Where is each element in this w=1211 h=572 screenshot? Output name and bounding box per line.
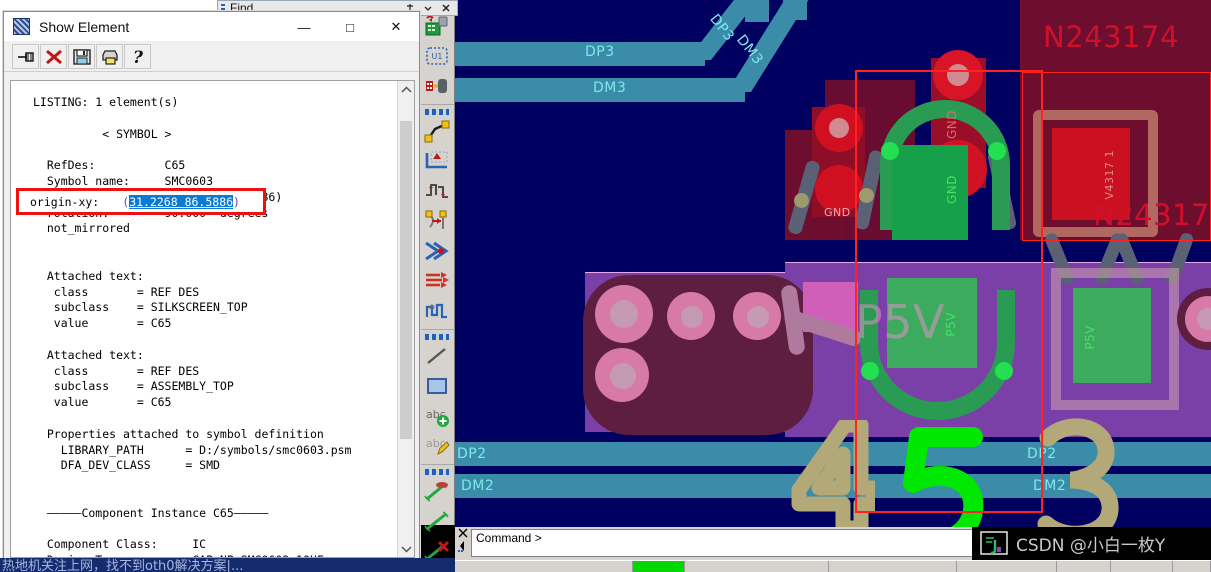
edit-text-icon[interactable]: abc [421, 431, 453, 461]
trace-dp3[interactable] [455, 42, 705, 66]
pad-label-p5v-2: P5V [1083, 325, 1097, 350]
net-label-dm3-h: DM3 [593, 80, 627, 96]
via-red-left-hole [829, 118, 849, 138]
toolbar-group-route [419, 105, 454, 330]
help-button[interactable]: ? [124, 44, 151, 69]
window-controls[interactable]: — □ ✕ [281, 12, 419, 41]
status-cell-7 [1173, 561, 1211, 572]
print-button[interactable] [96, 44, 123, 69]
status-cell-3 [829, 561, 957, 572]
watermark-text: CSDN @小白一枚Y [1016, 536, 1166, 556]
shape-add-rect-icon[interactable] [421, 371, 453, 401]
svg-text:U1: U1 [431, 52, 442, 61]
taskbar-strip[interactable]: 热地机关注上网，找不到oth0解决方案|... [0, 558, 455, 572]
net-label-dp3-h: DP3 [585, 44, 615, 60]
vertex-icon[interactable] [421, 236, 453, 266]
route-spread-icon[interactable] [421, 266, 453, 296]
toolbar-group-draw: abc abc [419, 330, 454, 465]
quickplace-component-icon[interactable]: U1 [421, 41, 453, 71]
desktop-top-edge [0, 0, 217, 11]
command-close-group[interactable]: close-icon [455, 527, 471, 560]
add-text-icon[interactable]: abc [421, 401, 453, 431]
swap-components-icon[interactable] [421, 71, 453, 101]
maximize-button[interactable]: □ [327, 12, 373, 42]
window-title: Show Element [39, 18, 130, 35]
status-cell-4 [957, 561, 1057, 572]
origin-xy-value[interactable]: (31.2268 86.5886) [122, 194, 240, 209]
pcb-side-toolbar[interactable]: U1 abc abc [419, 0, 455, 562]
close-icon[interactable] [440, 2, 452, 14]
status-indicator-green [633, 561, 685, 572]
content-scrollbar[interactable] [397, 81, 414, 557]
taskbar-text: 热地机关注上网，找不到oth0解决方案|... [2, 559, 244, 572]
origin-xy-selected-text[interactable]: 31.2268 86.5886 [129, 194, 234, 209]
element-listing-text: LISTING: 1 element(s) < SYMBOL > RefDes:… [33, 95, 352, 557]
status-cell-2 [685, 561, 829, 572]
delete-button[interactable] [40, 44, 67, 69]
origin-xy-highlight[interactable]: origin-xy: (31.2268 86.5886) [16, 188, 266, 215]
show-measure-icon[interactable] [421, 506, 453, 536]
selection-rectangle-secondary[interactable] [1022, 72, 1211, 241]
via-pink-2-hole [681, 306, 703, 328]
pad-label-gnd-1: GND [824, 206, 851, 219]
resize-grip-icon[interactable] [457, 539, 469, 553]
show-element-dialog[interactable]: Show Element — □ ✕ ? LISTING: 1 element(… [3, 11, 420, 563]
toolbar-grip-icon-2[interactable] [424, 109, 449, 115]
via-pink-4-hole [610, 363, 636, 389]
command-prompt-text: Command > [476, 531, 542, 545]
net-label-dp2-l: DP2 [457, 446, 487, 462]
application-icon [13, 18, 30, 35]
origin-xy-label: origin-xy: [30, 194, 100, 209]
watermark-bar: CSDN @小白一枚Y [972, 527, 1211, 560]
scroll-up-arrow[interactable] [398, 81, 414, 98]
attach-pin-button[interactable] [12, 44, 39, 69]
net-text-n243174-1: N243174 [1043, 20, 1179, 54]
selection-rectangle[interactable] [855, 70, 1043, 513]
add-line-icon[interactable] [421, 341, 453, 371]
status-cell-1 [455, 561, 633, 572]
show-element-titlebar[interactable]: Show Element — □ ✕ [4, 12, 419, 42]
show-element-icon[interactable] [421, 476, 453, 506]
status-cell-5 [1057, 561, 1111, 572]
minimize-button[interactable]: — [281, 12, 327, 42]
pcb-canvas[interactable]: GND GND GND P5V P5V P5V N243174 N243174 … [455, 0, 1211, 572]
scroll-down-arrow[interactable] [398, 540, 414, 557]
trace-dp3-top[interactable] [745, 0, 769, 22]
toolbar-grip-icon-4[interactable] [424, 469, 449, 475]
svg-text:?: ? [133, 48, 144, 66]
status-cell-6 [1111, 561, 1173, 572]
net-label-dm2-l: DM2 [461, 478, 495, 494]
close-paren: ) [233, 194, 240, 209]
status-bar [455, 560, 1211, 572]
trace-dm3-top[interactable] [783, 0, 807, 20]
csdn-logo-icon [980, 531, 1008, 555]
delay-tune-icon[interactable] [421, 176, 453, 206]
close-icon-glyph[interactable] [457, 527, 469, 539]
slide-icon[interactable] [421, 146, 453, 176]
close-button[interactable]: ✕ [373, 12, 419, 42]
custom-smooth-icon[interactable] [421, 206, 453, 236]
via-pink-1-hole [610, 300, 638, 328]
toolbar-group-show [419, 465, 454, 569]
show-element-toolbar[interactable]: ? [4, 42, 419, 72]
via-pink-3-hole [747, 306, 769, 328]
component-outline-p5v [1051, 268, 1179, 410]
chevron-down-icon[interactable] [422, 2, 434, 14]
via-gray-left [794, 193, 809, 208]
scrollbar-thumb[interactable] [400, 121, 412, 439]
phase-tune-icon[interactable] [421, 296, 453, 326]
show-element-content[interactable]: LISTING: 1 element(s) < SYMBOL > RefDes:… [10, 80, 415, 558]
toolbar-grip-icon-3[interactable] [424, 334, 449, 340]
add-connect-icon[interactable] [421, 116, 453, 146]
save-button[interactable] [68, 44, 95, 69]
